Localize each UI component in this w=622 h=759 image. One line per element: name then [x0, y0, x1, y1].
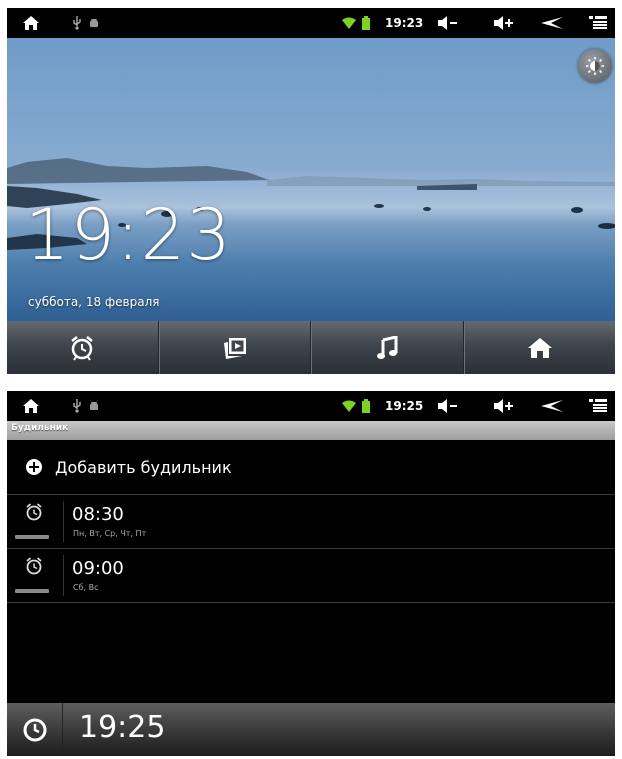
add-alarm-label: Добавить будильник	[55, 457, 232, 477]
music-icon	[377, 335, 398, 359]
home-icon[interactable]	[19, 391, 43, 421]
status-bar: 19:23	[7, 8, 615, 38]
alarm-indicator-off	[15, 535, 49, 539]
brightness-icon	[586, 57, 604, 75]
back-icon[interactable]	[537, 8, 567, 38]
alarm-toggle[interactable]	[7, 495, 63, 548]
alarm-time: 09:00	[72, 558, 124, 579]
alarm-clock-icon	[26, 557, 42, 575]
clock-icon	[23, 718, 46, 741]
add-alarm-button[interactable]: Добавить будильник	[7, 440, 615, 494]
alarm-item[interactable]: 08:30 Пн, Вт, Ср, Чт, Пт	[7, 495, 615, 548]
android-debug-icon	[87, 391, 101, 421]
alarm-days: Пн, Вт, Ср, Чт, Пт	[73, 529, 147, 538]
menu-icon[interactable]	[587, 8, 609, 38]
divider	[7, 602, 615, 603]
home-icon[interactable]	[19, 8, 43, 38]
volume-up-icon[interactable]	[491, 8, 517, 38]
alarm-days: Сб, Вс	[73, 583, 99, 592]
home-screen: 19:23 19:23 суббота, 18 февраля	[7, 8, 615, 374]
alarm-toggle[interactable]	[7, 549, 63, 602]
add-circle-icon	[26, 459, 42, 475]
alarm-item[interactable]: 09:00 Сб, Вс	[7, 549, 615, 602]
dock-gallery-button[interactable]	[158, 321, 311, 374]
android-debug-icon	[87, 8, 101, 38]
wifi-icon	[341, 8, 357, 38]
volume-down-icon[interactable]	[435, 8, 461, 38]
battery-icon	[361, 8, 371, 38]
dock-music-button[interactable]	[311, 321, 464, 374]
dock	[7, 321, 615, 374]
dock-alarm-button[interactable]	[7, 321, 159, 374]
back-icon[interactable]	[537, 391, 567, 421]
battery-icon	[361, 391, 371, 421]
dock-home-button[interactable]	[463, 321, 616, 374]
clock-date: суббота, 18 февраля	[28, 295, 160, 309]
volume-down-icon[interactable]	[435, 391, 461, 421]
wallpaper	[7, 38, 615, 321]
status-bar: 19:25	[7, 391, 615, 421]
status-time: 19:23	[385, 16, 424, 30]
volume-up-icon[interactable]	[491, 391, 517, 421]
wifi-icon	[341, 391, 357, 421]
alarm-indicator-off	[15, 589, 49, 593]
clock-time[interactable]: 19:23	[25, 194, 232, 276]
clock-button[interactable]	[7, 703, 63, 756]
alarm-clock-icon	[71, 335, 94, 361]
usb-icon	[69, 8, 85, 38]
clock-bar: 19:25	[7, 703, 615, 756]
alarm-clock-icon	[26, 503, 42, 521]
app-title: Будильник	[11, 423, 69, 433]
usb-icon	[69, 391, 85, 421]
alarm-time: 08:30	[72, 504, 124, 525]
current-time: 19:25	[79, 710, 166, 745]
home-icon	[527, 337, 552, 358]
app-title-bar: Будильник	[7, 421, 615, 440]
status-time: 19:25	[385, 399, 424, 413]
alarm-screen: 19:25 Будильник Добавить будильник 08:30…	[7, 391, 615, 756]
brightness-button[interactable]	[578, 49, 612, 83]
menu-icon[interactable]	[587, 391, 609, 421]
gallery-icon	[223, 337, 246, 359]
